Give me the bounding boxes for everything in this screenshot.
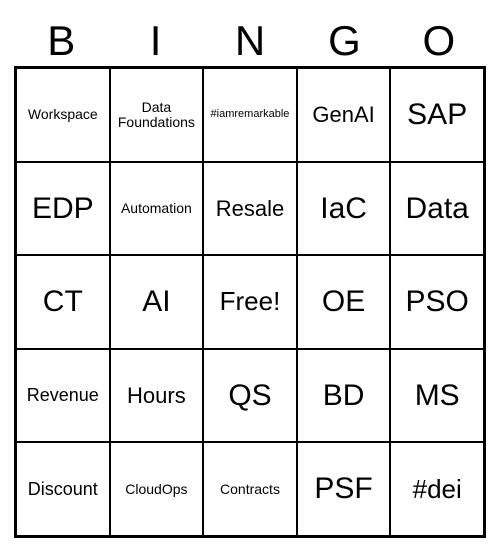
bingo-cell[interactable]: MS	[390, 349, 484, 443]
bingo-cell[interactable]: Contracts	[203, 442, 297, 536]
bingo-cell[interactable]: PSO	[390, 255, 484, 349]
bingo-cell[interactable]: GenAI	[297, 68, 391, 162]
header-letter: O	[392, 20, 486, 62]
bingo-cell[interactable]: SAP	[390, 68, 484, 162]
bingo-cell[interactable]: #iamremarkable	[203, 68, 297, 162]
bingo-cell[interactable]: Data Foundations	[110, 68, 204, 162]
bingo-cell[interactable]: Data	[390, 162, 484, 256]
bingo-cell[interactable]: PSF	[297, 442, 391, 536]
bingo-cell-free[interactable]: Free!	[203, 255, 297, 349]
bingo-cell[interactable]: #dei	[390, 442, 484, 536]
bingo-cell[interactable]: Workspace	[16, 68, 110, 162]
bingo-cell[interactable]: QS	[203, 349, 297, 443]
bingo-cell[interactable]: Discount	[16, 442, 110, 536]
bingo-header-row: B I N G O	[14, 20, 486, 62]
bingo-cell[interactable]: Hours	[110, 349, 204, 443]
bingo-cell[interactable]: IaC	[297, 162, 391, 256]
bingo-cell[interactable]: CT	[16, 255, 110, 349]
bingo-grid: Workspace Data Foundations #iamremarkabl…	[14, 66, 486, 538]
header-letter: B	[14, 20, 108, 62]
bingo-cell[interactable]: CloudOps	[110, 442, 204, 536]
bingo-cell[interactable]: Resale	[203, 162, 297, 256]
bingo-cell[interactable]: EDP	[16, 162, 110, 256]
bingo-cell[interactable]: Revenue	[16, 349, 110, 443]
bingo-cell[interactable]: Automation	[110, 162, 204, 256]
bingo-cell[interactable]: OE	[297, 255, 391, 349]
header-letter: N	[203, 20, 297, 62]
header-letter: I	[108, 20, 202, 62]
bingo-cell[interactable]: AI	[110, 255, 204, 349]
bingo-cell[interactable]: BD	[297, 349, 391, 443]
header-letter: G	[297, 20, 391, 62]
